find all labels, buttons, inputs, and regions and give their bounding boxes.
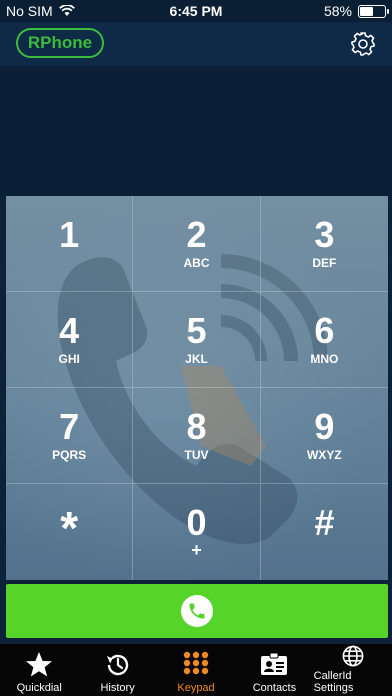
tab-contacts[interactable]: Contacts (235, 644, 313, 696)
tab-quickdial[interactable]: Quickdial (0, 644, 78, 696)
phone-icon (189, 603, 205, 619)
tab-bar: Quickdial History Keypad Contacts Caller… (0, 644, 392, 696)
keypad: 1 2 ABC 3 DEF 4 GHI 5 JKL 6 MNO 7 PQRS 8 TUV 9W… (6, 196, 388, 580)
gear-icon[interactable] (350, 31, 376, 57)
contacts-icon (261, 652, 288, 675)
globe-icon (342, 645, 364, 667)
tab-callerid-settings[interactable]: CallerId Settings (314, 644, 392, 696)
key-9[interactable]: 9 WXYZ (260, 388, 388, 484)
key-7[interactable]: 7 PQRS (6, 388, 134, 484)
status-bar: No SIM 6:45 PM 58% (0, 0, 392, 22)
history-icon (106, 654, 128, 676)
key-4[interactable]: 4 GHI (6, 292, 134, 388)
app-header: RPhone (0, 22, 392, 66)
key-8[interactable]: 8 TUV (133, 388, 261, 484)
key-2[interactable]: 2 ABC (133, 196, 261, 292)
status-right: 58% (323, 3, 389, 19)
key-hash[interactable]: # (261, 484, 388, 580)
key-star[interactable]: * (6, 484, 134, 580)
battery-percent: 58% (323, 3, 352, 19)
keypad-grid: 1 2 ABC 3 DEF 4 GHI 5 JKL 6 MNO 7 PQRS 8 TUV 9W… (6, 196, 388, 580)
key-1[interactable]: 1 (6, 196, 134, 292)
battery-icon (358, 4, 389, 18)
tab-history[interactable]: History (78, 644, 156, 696)
call-circle (181, 595, 213, 627)
key-6[interactable]: 6 MNO (260, 292, 388, 388)
star-icon (26, 652, 53, 677)
rphone-logo-button[interactable]: RPhone (16, 28, 104, 58)
key-0[interactable]: 0 + (133, 484, 261, 580)
keypad-icon (183, 651, 209, 675)
tab-keypad[interactable]: Keypad (157, 644, 235, 696)
dial-display (0, 66, 392, 196)
key-5[interactable]: 5 JKL (133, 292, 261, 388)
key-3[interactable]: 3 DEF (260, 196, 388, 292)
call-button[interactable] (6, 584, 388, 638)
